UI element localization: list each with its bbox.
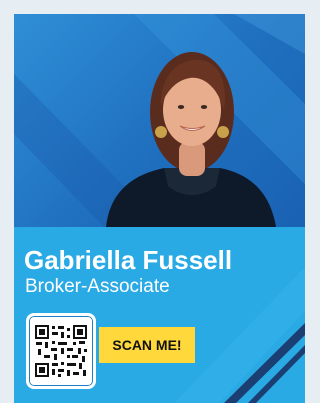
qr-code[interactable] xyxy=(26,313,96,389)
agent-photo xyxy=(14,14,305,227)
agent-info: Gabriella Fussell Broker-Associate SCAN … xyxy=(14,227,305,403)
agent-name: Gabriella Fussell xyxy=(24,245,233,275)
qr-code-icon xyxy=(34,324,88,378)
agent-card: Gabriella Fussell Broker-Associate SCAN … xyxy=(14,14,305,403)
scan-me-button[interactable]: SCAN ME! xyxy=(99,327,195,363)
flyer-frame: Gabriella Fussell Broker-Associate SCAN … xyxy=(0,0,319,403)
portrait-illustration xyxy=(14,14,305,227)
agent-title: Broker-Associate xyxy=(25,276,170,297)
